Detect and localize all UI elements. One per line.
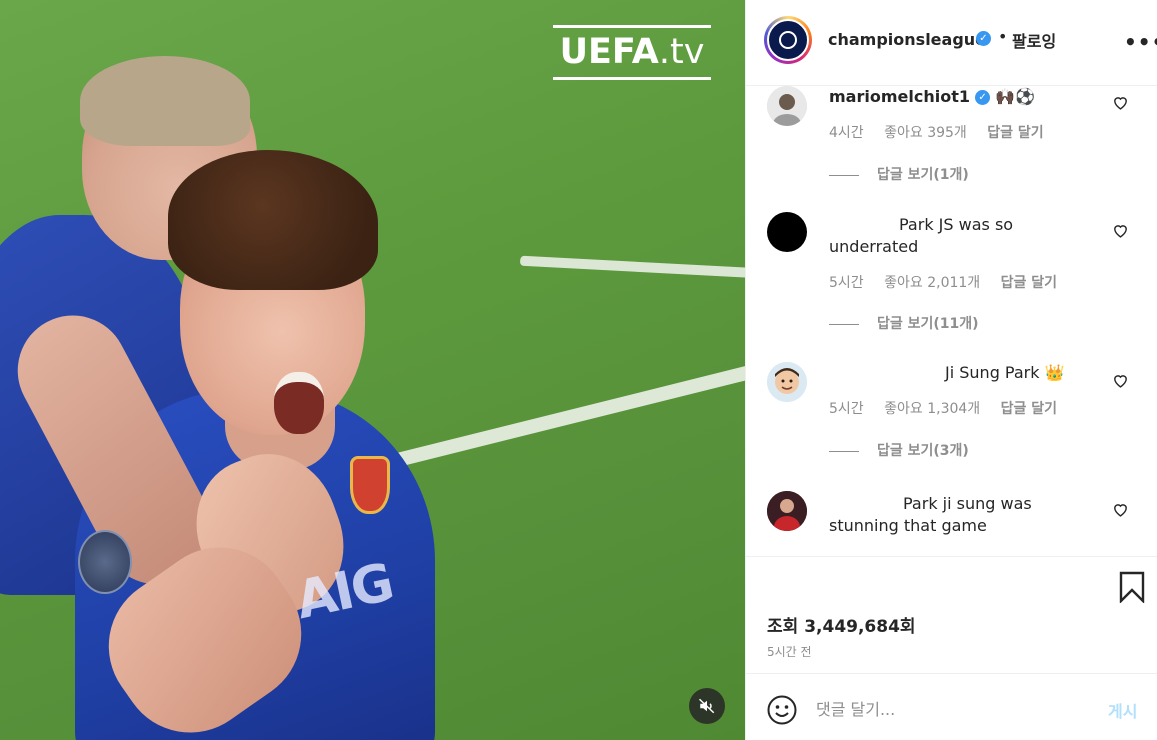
view-count[interactable]: 조회 3,449,684회 [767,612,916,637]
post-timestamp[interactable]: 5시간 전 [767,643,812,660]
photo-avatar-icon [767,86,807,126]
bookmark-icon[interactable] [1118,571,1146,603]
post-header: championsleague ✓ • 팔로잉 ••• [746,0,1157,86]
more-options-icon[interactable]: ••• [1124,30,1157,54]
comment-text: Park JS was so underrated [829,214,1079,258]
comment-time: 5시간 [829,275,864,291]
post-side-panel: championsleague ✓ • 팔로잉 ••• mariomelchio… [745,0,1157,740]
comment-likes[interactable]: 좋아요 1,304개 [884,401,980,417]
sleeve-patch [78,530,132,594]
emoji-icon[interactable] [766,694,798,726]
mute-button[interactable] [689,688,725,724]
commenter-avatar[interactable] [767,491,807,531]
player-hair [168,150,378,290]
comment-meta: 4시간 좋아요 395개 답글 달기 [829,122,1060,142]
comment-body: 🙌🏿⚽ [995,87,1036,106]
photo-avatar-icon [767,491,807,531]
reply-button[interactable]: 답글 달기 [1001,401,1057,417]
view-replies-label: 답글 보기(1개) [877,167,969,183]
comment-input[interactable] [816,694,1086,724]
comment-time: 5시간 [829,401,864,417]
following-button[interactable]: 팔로잉 [1012,28,1056,52]
comment-likes[interactable]: 좋아요 2,011개 [884,275,980,291]
actions-divider [746,556,1157,557]
memoji-avatar-icon [767,362,807,402]
club-crest [350,456,390,514]
comment-text: Ji Sung Park 👑 [829,362,1079,384]
post-comment-button[interactable]: 게시 [1108,698,1137,722]
verified-badge-icon: ✓ [976,31,991,46]
comment-text: mariomelchiot1 ✓ 🙌🏿⚽ [829,86,1079,108]
heart-icon[interactable] [1112,501,1129,518]
champions-league-logo [767,19,809,61]
comment-text: Park ji sung was stunning that game [829,493,1079,537]
comment-list[interactable]: mariomelchiot1 ✓ 🙌🏿⚽ 4시간 좋아요 395개 답글 달기 … [746,86,1157,556]
commenter-avatar[interactable] [767,362,807,402]
pitch-line [519,255,745,279]
reply-button[interactable]: 답글 달기 [987,125,1043,141]
post-video[interactable]: AIG UEFA .tv [0,0,745,740]
owner-username[interactable]: championsleague [828,30,986,49]
uefa-tv-watermark: UEFA .tv [553,25,711,80]
comment-meta: 5시간 좋아요 1,304개 답글 달기 [829,398,1073,418]
replies-dash [829,450,859,452]
heart-icon[interactable] [1112,372,1129,389]
commenter-avatar[interactable] [767,212,807,252]
verified-badge-icon: ✓ [975,90,991,105]
comment-body: Ji Sung Park 👑 [945,363,1065,382]
heart-icon[interactable] [1112,94,1129,111]
heart-icon[interactable] [1112,222,1129,239]
teammate-hair [80,56,250,146]
commenter-avatar[interactable] [767,86,807,126]
view-replies-button[interactable]: 답글 보기(1개) [829,164,969,184]
view-replies-button[interactable]: 답글 보기(3개) [829,440,969,460]
owner-avatar[interactable] [764,16,812,64]
pitch-line [364,359,745,475]
comment-meta: 5시간 좋아요 2,011개 답글 달기 [829,272,1073,292]
replies-dash [829,323,859,325]
starball-icon [779,31,797,49]
comment-time: 4시간 [829,125,864,141]
separator-dot: • [998,27,1008,46]
view-replies-label: 답글 보기(3개) [877,443,969,459]
reply-button[interactable]: 답글 달기 [1001,275,1057,291]
watermark-thin: .tv [658,32,705,72]
watermark-bold: UEFA [559,32,659,72]
player-mouth [274,372,324,434]
view-replies-label: 답글 보기(11개) [877,316,979,332]
replies-dash [829,174,859,176]
speaker-muted-icon [698,698,715,714]
comment-username[interactable]: mariomelchiot1 [829,87,970,106]
comment-compose: 게시 [746,673,1157,740]
comment-body: Park JS was so underrated [829,215,1014,256]
view-replies-button[interactable]: 답글 보기(11개) [829,313,979,333]
comment-likes[interactable]: 좋아요 395개 [884,125,967,141]
comment-body: Park ji sung was stunning that game [829,494,1032,535]
